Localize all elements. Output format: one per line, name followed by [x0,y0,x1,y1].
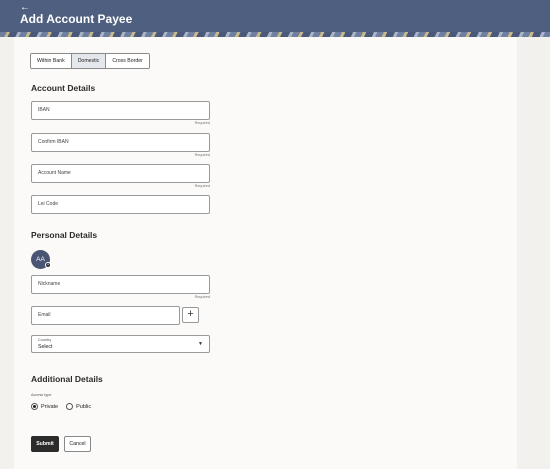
submit-button[interactable]: Submit [31,436,59,452]
tab-within-bank[interactable]: Within Bank [31,54,72,68]
tab-cross-border[interactable]: Cross Border [106,54,149,68]
radio-private-label: Private [41,403,59,410]
country-select[interactable]: Country Select ▼ [31,335,210,353]
country-label: Country [38,338,52,342]
radio-public[interactable]: Public [66,403,91,410]
additional-details-heading: Additional Details [31,374,103,384]
cancel-button[interactable]: Cancel [64,436,91,452]
access-type-radio-group: Private Public [31,403,91,410]
lei-code-field[interactable]: Lei Code [31,195,210,214]
radio-public-label: Public [76,403,92,410]
page-title: Add Account Payee [20,12,133,26]
confirm-iban-required-hint: Required [194,153,210,157]
radio-public-circle[interactable] [66,403,74,410]
country-value: Select [38,344,53,350]
radio-private[interactable]: Private [31,403,58,410]
confirm-iban-field[interactable]: Confirm IBAN [31,133,210,152]
chevron-down-icon: ▼ [198,341,203,347]
account-name-required-hint: Required [194,184,210,188]
iban-field[interactable]: IBAN [31,101,210,120]
personal-details-heading: Personal Details [31,230,98,240]
access-type-label: Access type [31,393,52,397]
nickname-field[interactable]: Nickname [31,275,210,294]
account-details-heading: Account Details [31,83,96,93]
email-field[interactable]: Email [31,306,180,325]
payee-type-tabs: Within Bank Domestic Cross Border [30,53,150,69]
account-name-field[interactable]: Account Name [31,164,210,183]
radio-private-circle[interactable] [31,403,38,410]
edit-avatar-icon[interactable]: + [45,262,51,268]
nickname-required-hint: Required [194,295,210,299]
iban-required-hint: Required [194,121,210,125]
add-email-button[interactable]: + [182,307,199,323]
tab-domestic[interactable]: Domestic [71,54,107,68]
plus-icon: + [187,308,194,320]
